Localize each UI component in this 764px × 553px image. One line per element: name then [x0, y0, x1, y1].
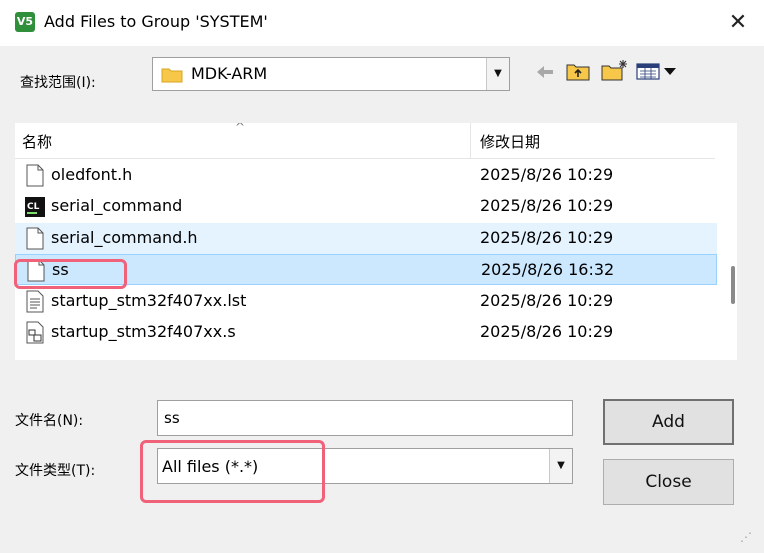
close-button[interactable]: Close [603, 459, 734, 505]
list-header: ^ 名称 修改日期 [15, 123, 715, 159]
file-name: serial_command.h [51, 228, 198, 247]
highlight-callout-ss-row [14, 259, 127, 289]
asm-source-icon [26, 321, 44, 344]
chevron-down-icon[interactable]: ▼ [486, 58, 509, 90]
cl-executable-icon: CL [25, 197, 45, 217]
file-list[interactable]: ^ 名称 修改日期 oledfont.h 2025/8/26 10:29 CL … [15, 123, 737, 360]
keil-app-icon: V5 [15, 12, 35, 32]
file-date: 2025/8/26 10:29 [480, 165, 614, 184]
lookin-value: MDK-ARM [191, 64, 268, 83]
file-date: 2025/8/26 10:29 [480, 291, 614, 310]
file-date: 2025/8/26 10:29 [480, 228, 614, 247]
resize-grip-icon[interactable]: ⋰ [740, 530, 758, 548]
new-folder-icon[interactable] [601, 59, 629, 86]
document-icon [26, 164, 44, 187]
sort-ascending-icon: ^ [235, 123, 246, 134]
vertical-scrollbar[interactable] [731, 266, 735, 304]
lookin-label: 查找范围(I): [20, 75, 96, 91]
file-name: oledfont.h [51, 165, 133, 184]
file-date: 2025/8/26 10:29 [480, 322, 614, 341]
file-name: serial_command [51, 196, 183, 215]
column-header-name[interactable]: 名称 [22, 131, 52, 152]
filetype-label: 文件类型(T): [15, 463, 96, 479]
text-list-icon [26, 290, 44, 313]
list-item[interactable]: startup_stm32f407xx.s 2025/8/26 10:29 [15, 317, 717, 348]
file-date: 2025/8/26 10:29 [480, 196, 614, 215]
back-arrow-icon[interactable] [535, 63, 555, 86]
filename-value: ss [164, 409, 180, 427]
title-bar: V5 Add Files to Group 'SYSTEM' ✕ [0, 0, 764, 46]
file-date: 2025/8/26 16:32 [481, 260, 615, 279]
view-menu-icon[interactable] [636, 62, 680, 85]
folder-icon [161, 68, 183, 83]
list-item[interactable]: serial_command.h 2025/8/26 10:29 [15, 223, 717, 254]
list-item[interactable]: CL serial_command 2025/8/26 10:29 [15, 191, 717, 222]
window-title: Add Files to Group 'SYSTEM' [44, 12, 268, 31]
file-name: startup_stm32f407xx.lst [51, 291, 247, 310]
svg-text:CL: CL [27, 202, 40, 212]
filename-input[interactable]: ss [157, 400, 573, 436]
column-header-date[interactable]: 修改日期 [480, 131, 540, 152]
chevron-down-icon[interactable]: ▼ [549, 449, 572, 483]
document-icon [26, 227, 44, 250]
close-icon[interactable]: ✕ [720, 8, 756, 38]
list-item[interactable]: oledfont.h 2025/8/26 10:29 [15, 160, 717, 191]
filename-label: 文件名(N): [15, 413, 84, 429]
lookin-dropdown[interactable]: MDK-ARM ▼ [152, 57, 510, 91]
highlight-callout-filetype [140, 440, 325, 503]
column-separator[interactable] [470, 123, 471, 158]
up-folder-icon[interactable] [566, 61, 590, 86]
file-name: startup_stm32f407xx.s [51, 322, 236, 341]
add-button[interactable]: Add [603, 399, 734, 445]
list-item[interactable]: startup_stm32f407xx.lst 2025/8/26 10:29 [15, 286, 717, 317]
